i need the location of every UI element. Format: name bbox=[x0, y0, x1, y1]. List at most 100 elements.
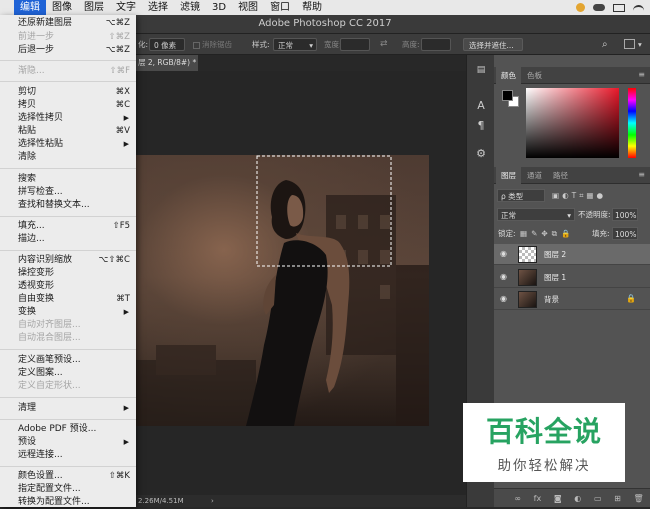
panel-menu-icon[interactable]: ≡ bbox=[638, 170, 645, 179]
menu-3d[interactable]: 3D bbox=[206, 0, 232, 15]
menu-item-fill[interactable]: 填充... ⇧F5 bbox=[0, 220, 136, 233]
layer-row-layer1[interactable]: ◉ 图层 1 bbox=[494, 267, 650, 288]
layer-row-layer2[interactable]: ◉ 图层 2 bbox=[494, 244, 650, 265]
antialias-checkbox[interactable]: 消除锯齿 bbox=[193, 38, 232, 51]
link-icon[interactable]: ∞ bbox=[514, 494, 521, 503]
menu-item-paste-special[interactable]: 选择性粘贴 ▶ bbox=[0, 138, 136, 151]
panel-menu-icon[interactable]: ≡ bbox=[638, 70, 645, 79]
menu-help[interactable]: 帮助 bbox=[296, 0, 328, 15]
fill-input[interactable]: 100% bbox=[612, 227, 638, 240]
apple-icon[interactable] bbox=[0, 0, 14, 15]
feather-input[interactable]: 0 像素 bbox=[149, 38, 185, 51]
character-icon[interactable]: A bbox=[473, 99, 489, 113]
layer-row-background[interactable]: ◉ 背景 🔒 bbox=[494, 289, 650, 310]
document-canvas[interactable] bbox=[136, 155, 429, 426]
swap-icon[interactable]: ⇄ bbox=[380, 38, 388, 51]
layer-name: 背景 bbox=[544, 295, 559, 304]
airplay-icon[interactable] bbox=[613, 3, 625, 12]
menu-filter[interactable]: 滤镜 bbox=[174, 0, 206, 15]
trash-icon[interactable]: 🗑 bbox=[634, 494, 644, 503]
doc-size: 2.26M/4.51M bbox=[138, 497, 184, 505]
menu-item-auto-blend: 自动混合图层... bbox=[0, 332, 136, 345]
eye-icon[interactable]: ◉ bbox=[500, 273, 510, 281]
menu-image[interactable]: 图像 bbox=[46, 0, 78, 15]
menu-item-find-replace[interactable]: 查找和替换文本... bbox=[0, 199, 136, 212]
color-picker-field[interactable] bbox=[526, 88, 619, 158]
menu-item-content-aware-scale[interactable]: 内容识别缩放 ⌥⇧⌘C bbox=[0, 254, 136, 267]
lock-icons[interactable]: ▦✎✥⧉🔒 bbox=[520, 227, 574, 240]
menu-layer[interactable]: 图层 bbox=[78, 0, 110, 15]
properties-icon[interactable]: ⚙ bbox=[473, 147, 489, 161]
height-input[interactable] bbox=[421, 38, 451, 51]
menu-item-pdf-presets[interactable]: Adobe PDF 预设... bbox=[0, 423, 136, 436]
menu-item-perspective-warp[interactable]: 透视变形 bbox=[0, 280, 136, 293]
width-input[interactable] bbox=[340, 38, 370, 51]
status-bar: 2.26M/4.51M › bbox=[136, 495, 466, 507]
opacity-input[interactable]: 100% bbox=[612, 208, 638, 221]
menu-item-clear[interactable]: 清除 bbox=[0, 151, 136, 164]
feather-label: 化: bbox=[138, 40, 149, 49]
select-and-mask-button[interactable]: 选择并遮住... bbox=[463, 38, 523, 51]
eye-icon[interactable]: ◉ bbox=[500, 295, 510, 303]
tab-color[interactable]: 颜色 bbox=[496, 67, 521, 84]
layer-filter-select[interactable]: ρ 类型 bbox=[497, 189, 545, 202]
menu-item-transform[interactable]: 变换 ▶ bbox=[0, 306, 136, 319]
tab-layers[interactable]: 图层 bbox=[496, 167, 521, 184]
menu-item-spellcheck[interactable]: 拼写检查... bbox=[0, 186, 136, 199]
menu-edit[interactable]: 编辑 bbox=[14, 0, 46, 15]
menu-item-remote-connections[interactable]: 远程连接... bbox=[0, 449, 136, 462]
menu-item-label: 指定配置文件... bbox=[18, 484, 81, 494]
foreground-color[interactable] bbox=[502, 90, 513, 101]
menu-item-paste[interactable]: 粘贴 ⌘V bbox=[0, 125, 136, 138]
menu-item-stroke[interactable]: 描边... bbox=[0, 233, 136, 246]
hue-slider[interactable] bbox=[628, 88, 636, 158]
document-tab[interactable]: 层 2, RGB/8#) * bbox=[136, 55, 198, 71]
menu-item-cut[interactable]: 剪切 ⌘X bbox=[0, 86, 136, 99]
new-layer-icon[interactable]: ⊞ bbox=[614, 494, 621, 503]
search-icon[interactable]: ⌕ bbox=[602, 38, 608, 51]
menu-item-label: 选择性拷贝 bbox=[18, 113, 64, 123]
adjustment-icon[interactable]: ◐ bbox=[574, 494, 581, 503]
paragraph-icon[interactable]: ¶ bbox=[473, 119, 489, 133]
menu-item-assign-profile[interactable]: 指定配置文件... bbox=[0, 483, 136, 496]
menu-type[interactable]: 文字 bbox=[110, 0, 142, 15]
history-icon[interactable]: ▤ bbox=[473, 63, 489, 77]
eye-icon[interactable]: ◉ bbox=[500, 250, 510, 258]
chevron-right-icon[interactable]: › bbox=[211, 495, 214, 507]
watermark-title: 百科全说 bbox=[485, 415, 602, 448]
cloud-icon[interactable] bbox=[593, 4, 605, 11]
menu-item-puppet-warp[interactable]: 操控变形 bbox=[0, 267, 136, 280]
menu-item-undo[interactable]: 还原新建图层 ⌥⌘Z bbox=[0, 17, 136, 30]
tab-channels[interactable]: 通道 bbox=[522, 167, 547, 184]
user-icon[interactable] bbox=[576, 3, 585, 12]
menu-item-copy-special[interactable]: 选择性拷贝 ▶ bbox=[0, 112, 136, 125]
blend-mode-select[interactable]: 正常 ▾ bbox=[497, 208, 575, 221]
menu-shortcut: ⌘T bbox=[116, 294, 130, 304]
wifi-icon[interactable] bbox=[633, 4, 644, 11]
menu-item-search[interactable]: 搜索 bbox=[0, 173, 136, 186]
mask-icon[interactable]: ◙ bbox=[554, 494, 562, 503]
menu-item-free-transform[interactable]: 自由变换 ⌘T bbox=[0, 293, 136, 306]
lock-label: 锁定: bbox=[498, 229, 516, 238]
tab-swatches[interactable]: 色板 bbox=[522, 67, 547, 84]
menu-item-copy[interactable]: 拷贝 ⌘C bbox=[0, 99, 136, 112]
menu-item-define-pattern[interactable]: 定义图案... bbox=[0, 367, 136, 380]
menu-item-purge[interactable]: 清理 ▶ bbox=[0, 402, 136, 415]
style-select[interactable]: 正常 ▾ bbox=[273, 38, 317, 51]
workspace-icon[interactable] bbox=[624, 39, 635, 49]
folder-icon[interactable]: ▭ bbox=[594, 494, 602, 503]
menu-item-convert-profile[interactable]: 转换为配置文件... bbox=[0, 496, 136, 509]
menu-select[interactable]: 选择 bbox=[142, 0, 174, 15]
menu-item-presets[interactable]: 预设 ▶ bbox=[0, 436, 136, 449]
chevron-down-icon[interactable]: ▾ bbox=[638, 38, 642, 51]
status-icons bbox=[576, 0, 644, 15]
menu-item-define-brush[interactable]: 定义画笔预设... bbox=[0, 354, 136, 367]
menu-view[interactable]: 视图 bbox=[232, 0, 264, 15]
menu-window[interactable]: 窗口 bbox=[264, 0, 296, 15]
menu-item-step-backward[interactable]: 后退一步 ⌥⌘Z bbox=[0, 44, 136, 57]
fx-icon[interactable]: fx bbox=[534, 494, 542, 503]
menu-item-color-settings[interactable]: 颜色设置... ⇧⌘K bbox=[0, 470, 136, 483]
layer-filter-icons[interactable]: ▣◐T⌗▦● bbox=[552, 189, 647, 202]
menu-item-label: 定义自定形状... bbox=[18, 381, 81, 391]
tab-paths[interactable]: 路径 bbox=[548, 167, 573, 184]
